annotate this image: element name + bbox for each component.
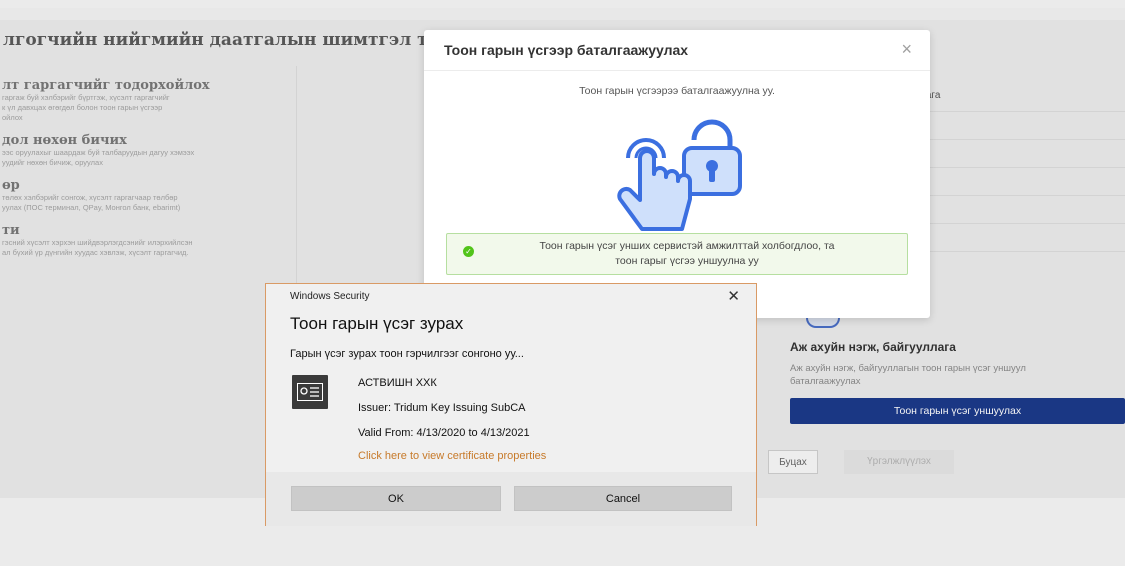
ok-button[interactable]: OK — [291, 486, 501, 511]
modal-header: Тоон гарын үсгээр баталгаажуулах × — [424, 30, 930, 71]
modal-question: Тоон гарын үсгээрээ баталгаажуулна уу. — [579, 85, 775, 97]
dialog-header: Windows Security — [290, 291, 370, 302]
hand-tap-lock-icon — [606, 118, 756, 248]
dialog-footer: OK Cancel — [266, 472, 756, 526]
certificate-issuer: Issuer: Tridum Key Issuing SubCA — [358, 402, 526, 414]
dialog-prompt: Гарын үсэг зурах тоон гэрчилгээг сонгоно… — [290, 348, 524, 360]
certificate-validity: Valid From: 4/13/2020 to 4/13/2021 — [358, 427, 530, 439]
success-alert: ✓ Тоон гарын үсэг унших сервистэй амжилт… — [446, 233, 908, 275]
modal-title: Тоон гарын үсгээр баталгаажуулах — [444, 42, 689, 58]
close-icon[interactable]: ✕ — [727, 287, 740, 305]
alert-line-2: тоон гарыг үсгээ уншуулна уу — [615, 255, 759, 267]
certificate-properties-link[interactable]: Click here to view certificate propertie… — [358, 450, 546, 462]
alert-text: Тоон гарын үсэг унших сервистэй амжилтта… — [487, 239, 887, 269]
certificate-name[interactable]: АСТВИШН ХХК — [358, 377, 437, 389]
windows-security-dialog: Windows Security ✕ Тоон гарын үсэг зурах… — [265, 283, 757, 526]
check-circle-icon: ✓ — [463, 246, 474, 257]
certificate-icon[interactable] — [292, 375, 328, 409]
signature-modal: Тоон гарын үсгээр баталгаажуулах × Тоон … — [424, 30, 930, 318]
cancel-button[interactable]: Cancel — [514, 486, 732, 511]
dialog-title: Тоон гарын үсэг зурах — [290, 314, 464, 333]
alert-line-1: Тоон гарын үсэг унших сервистэй амжилтта… — [539, 240, 835, 252]
close-icon[interactable]: × — [901, 39, 912, 60]
